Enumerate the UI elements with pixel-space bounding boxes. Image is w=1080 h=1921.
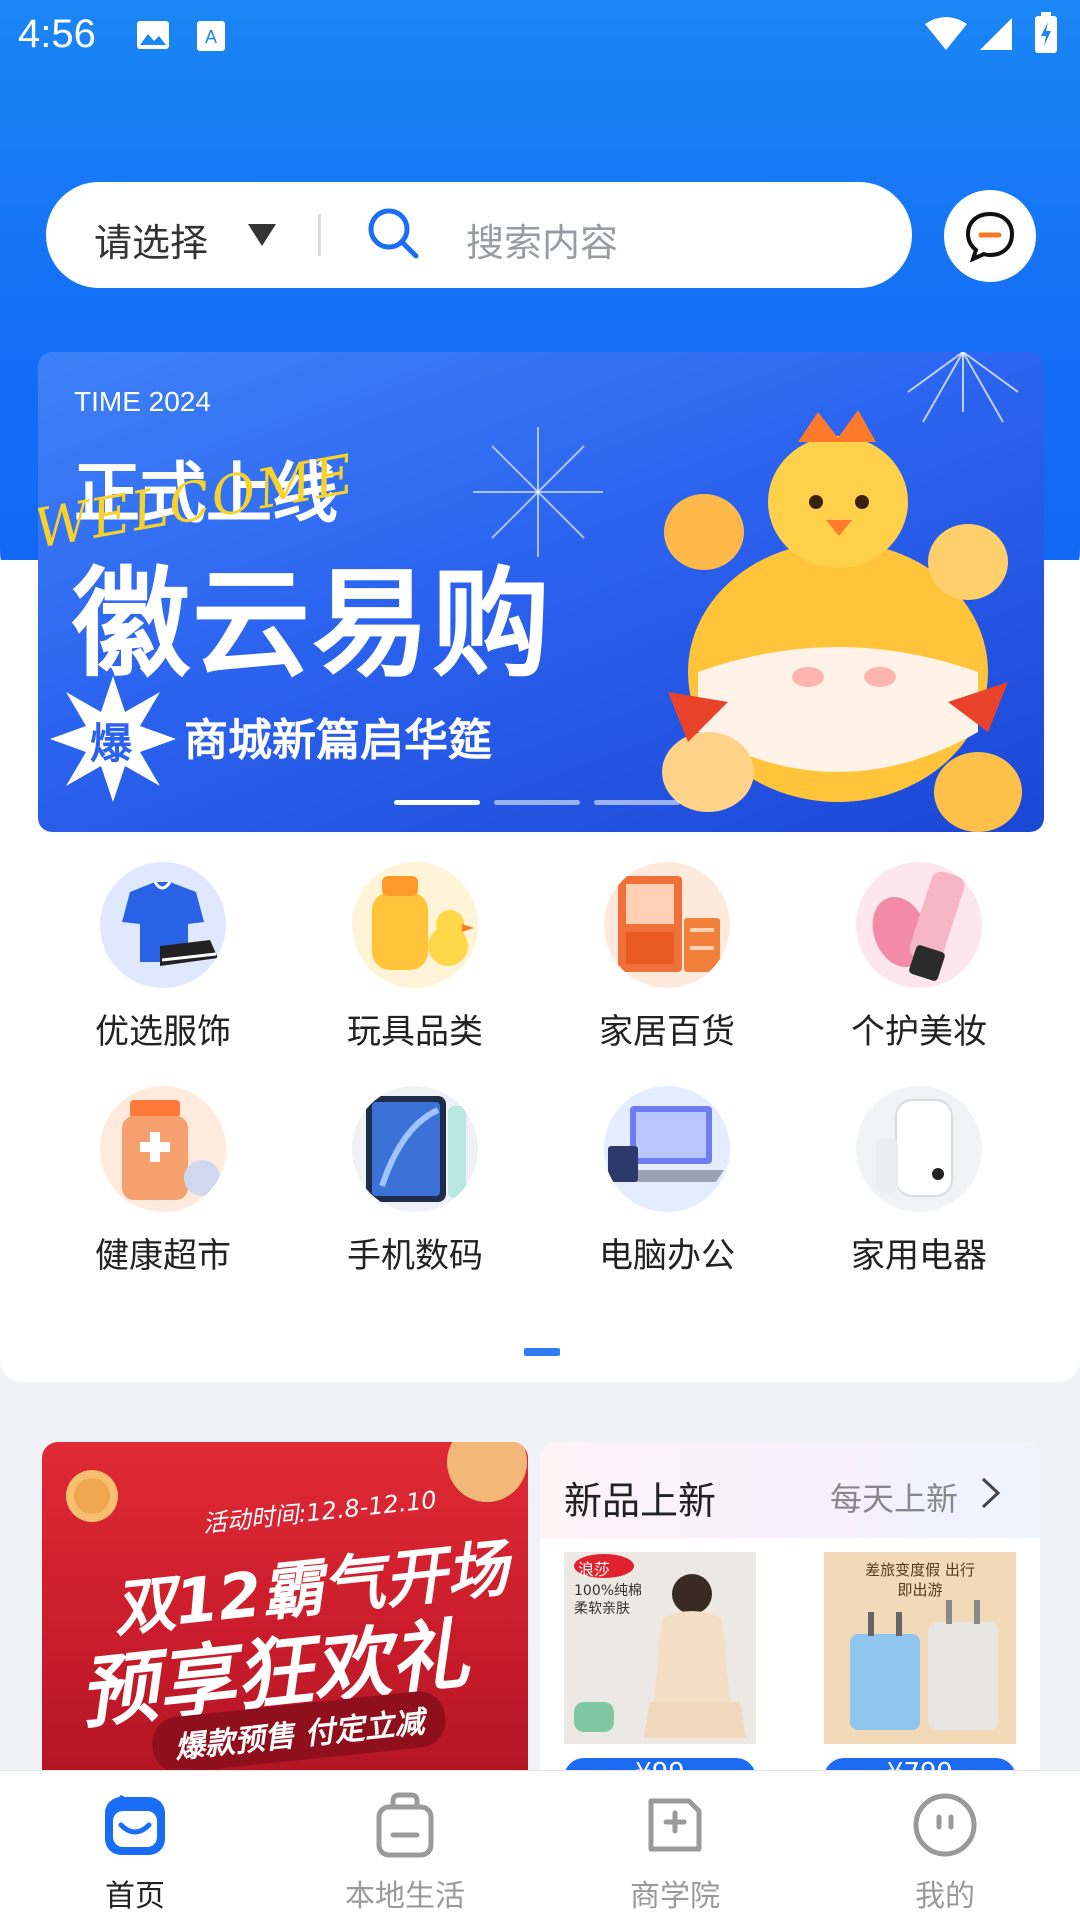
tablet-icon (352, 1086, 478, 1212)
shopping-bag-icon[interactable] (371, 1791, 439, 1859)
caret-down-icon[interactable] (246, 222, 278, 248)
nav-label: 商学院 (630, 1879, 720, 1914)
profile-icon[interactable] (911, 1791, 979, 1859)
home-goods-icon (604, 862, 730, 988)
product-brand: 浪莎 (578, 1560, 611, 1579)
category-label: 家用电器 (851, 1236, 987, 1276)
nav-profile[interactable]: 我的 (810, 1771, 1080, 1921)
category-label: 玩具品类 (347, 1012, 483, 1052)
svg-text:A: A (205, 27, 217, 47)
search-bar[interactable]: 请选择 搜索内容 (46, 182, 912, 288)
chevron-right-icon[interactable] (980, 1476, 1002, 1510)
banner-year: TIME 2024 (74, 386, 211, 417)
home-icon[interactable] (101, 1791, 169, 1859)
category-home-goods[interactable]: 家居百货 (556, 862, 756, 1062)
product-caption: 100%纯棉 柔软亲肤 (574, 1583, 643, 1617)
laptop-icon (604, 1086, 730, 1212)
coin-decoration (447, 1442, 527, 1502)
nav-label: 本地生活 (345, 1879, 465, 1914)
category-label: 个护美妆 (851, 1012, 987, 1052)
battery-icon (1035, 12, 1057, 53)
new-arrivals-card[interactable]: 新品上新 每天上新 浪莎 100%纯棉 柔软亲肤 ¥99 差旅变度假 出行即出游… (540, 1442, 1040, 1772)
category-clothing[interactable]: 优选服饰 (52, 862, 252, 1062)
academy-icon[interactable] (641, 1791, 709, 1859)
banner-dot-1[interactable] (394, 800, 480, 805)
category-digital[interactable]: 手机数码 (304, 1086, 504, 1286)
coin-decoration (66, 1470, 118, 1522)
category-cosmetics[interactable]: 个护美妆 (808, 862, 1008, 1062)
status-bar: 4:56 A (0, 0, 1080, 72)
search-divider (318, 214, 321, 256)
pajamas-product-image (564, 1552, 756, 1744)
category-label: 电脑办公 (599, 1236, 735, 1276)
burst-badge-text: 爆 (90, 719, 133, 768)
font-notification-icon: A (197, 21, 225, 51)
promo-banner[interactable]: TIME 2024 正式上线 WELCOME 徽云易购 爆 商城新篇启华筵 (38, 352, 1044, 832)
cosmetics-icon (856, 862, 982, 988)
category-toys[interactable]: 玩具品类 (304, 862, 504, 1062)
health-icon (100, 1086, 226, 1212)
wifi-icon (925, 17, 967, 50)
bottom-navigation: 首页 本地生活 商学院 我的 (0, 1770, 1080, 1921)
appliance-icon (856, 1086, 982, 1212)
new-arrivals-title: 新品上新 (564, 1479, 717, 1523)
signal-icon (980, 18, 1012, 50)
clothing-icon (100, 862, 226, 988)
nav-label: 首页 (105, 1879, 165, 1914)
region-select[interactable]: 请选择 (94, 212, 208, 267)
banner-slogan: 商城新篇启华筵 (184, 715, 492, 766)
nav-local-life[interactable]: 本地生活 (270, 1771, 540, 1921)
nav-academy[interactable]: 商学院 (540, 1771, 810, 1921)
category-label: 家居百货 (599, 1012, 735, 1052)
nav-home[interactable]: 首页 (0, 1771, 270, 1921)
search-input[interactable]: 搜索内容 (466, 212, 618, 267)
banner-dot-2[interactable] (494, 800, 580, 805)
nav-label: 我的 (915, 1879, 975, 1914)
double12-promo-banner[interactable]: 活动时间:12.8-12.10 双12霸气开场 预享狂欢礼 爆款预售 付定立减 (42, 1442, 528, 1772)
new-arrivals-more-link[interactable]: 每天上新 (830, 1474, 958, 1520)
category-label: 健康超市 (95, 1236, 231, 1276)
product-caption: 差旅变度假 出行即出游 (865, 1561, 975, 1599)
toy-icon (352, 862, 478, 988)
category-health[interactable]: 健康超市 (52, 1086, 252, 1286)
category-office[interactable]: 电脑办公 (556, 1086, 756, 1286)
status-time: 4:56 (18, 12, 96, 56)
category-page-indicator (524, 1348, 560, 1356)
product-card-luggage[interactable]: 差旅变度假 出行即出游 (824, 1552, 1016, 1744)
product-card-pajamas[interactable]: 浪莎 100%纯棉 柔软亲肤 (564, 1552, 756, 1744)
search-icon[interactable] (364, 204, 424, 264)
category-label: 优选服饰 (95, 1012, 231, 1052)
message-icon[interactable] (964, 210, 1016, 262)
message-button[interactable] (944, 190, 1036, 282)
chick-mascot-illustration (662, 410, 1022, 832)
category-label: 手机数码 (347, 1236, 483, 1276)
banner-dot-3[interactable] (594, 800, 680, 805)
category-appliances[interactable]: 家用电器 (808, 1086, 1008, 1286)
image-notification-icon (137, 21, 169, 49)
